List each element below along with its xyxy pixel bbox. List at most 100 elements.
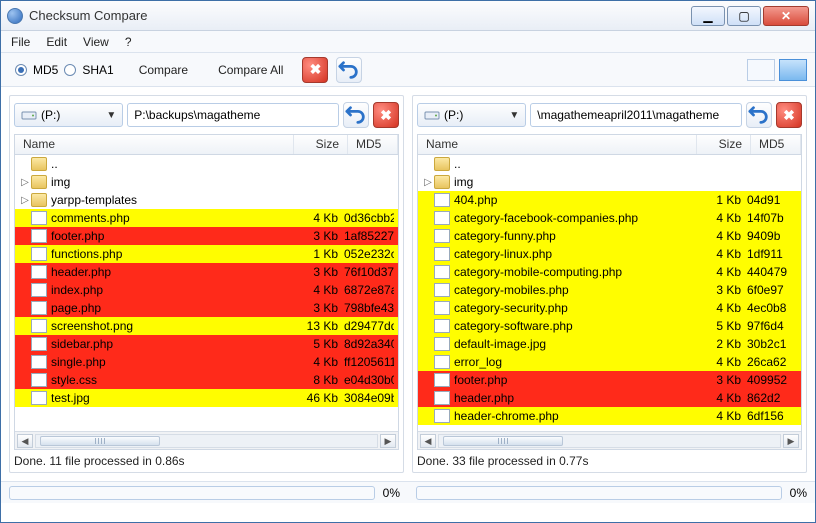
undo-button[interactable] xyxy=(336,57,362,83)
file-name: category-linux.php xyxy=(454,247,697,261)
window-title: Checksum Compare xyxy=(29,8,691,23)
table-row[interactable]: category-funny.php4 Kb9409b xyxy=(418,227,801,245)
table-row[interactable]: ▷yarpp-templates xyxy=(15,191,398,209)
file-icon xyxy=(31,301,47,315)
right-file-list[interactable]: ..▷img404.php1 Kb04d91category-facebook-… xyxy=(418,155,801,431)
table-row[interactable]: single.php4 Kbff1205611 xyxy=(15,353,398,371)
tree-twisty[interactable]: ▷ xyxy=(19,195,31,206)
cancel-button[interactable]: ✖ xyxy=(302,57,328,83)
col-md5[interactable]: MD5 xyxy=(348,135,398,154)
table-row[interactable]: ▷img xyxy=(15,173,398,191)
left-panel: (P:) ▼ ✖ Name Size MD5 ..▷img▷yarpp-temp… xyxy=(9,95,404,473)
maximize-button[interactable]: ▢ xyxy=(727,6,761,26)
table-row[interactable]: category-software.php5 Kb97f6d4 xyxy=(418,317,801,335)
table-row[interactable]: screenshot.png13 Kbd29477dd xyxy=(15,317,398,335)
menu-file[interactable]: File xyxy=(11,35,30,49)
file-icon xyxy=(31,211,47,225)
radio-sha1[interactable] xyxy=(64,64,76,76)
col-size[interactable]: Size xyxy=(697,135,751,154)
col-name[interactable]: Name xyxy=(418,135,697,154)
table-row[interactable]: default-image.jpg2 Kb30b2c1 xyxy=(418,335,801,353)
table-row[interactable]: test.jpg46 Kb3084e09bc xyxy=(15,389,398,407)
file-icon xyxy=(434,373,450,387)
file-size: 5 Kb xyxy=(697,319,747,333)
file-md5: 26ca62 xyxy=(747,355,797,369)
table-row[interactable]: ▷img xyxy=(418,173,801,191)
file-size: 1 Kb xyxy=(294,247,344,261)
table-row[interactable]: header.php3 Kb76f10d371 xyxy=(15,263,398,281)
menu-view[interactable]: View xyxy=(83,35,109,49)
scroll-thumb[interactable] xyxy=(443,436,563,446)
file-md5: 14f07b xyxy=(747,211,797,225)
right-file-table: Name Size MD5 ..▷img404.php1 Kb04d91cate… xyxy=(417,134,802,450)
scroll-thumb[interactable] xyxy=(40,436,160,446)
cancel-icon: ✖ xyxy=(380,107,392,124)
view-single-button[interactable] xyxy=(747,59,775,81)
scroll-left-icon[interactable]: ◀ xyxy=(17,434,33,448)
right-back-button[interactable] xyxy=(746,102,772,128)
undo-icon xyxy=(748,106,770,124)
left-clear-button[interactable]: ✖ xyxy=(373,102,399,128)
menu-edit[interactable]: Edit xyxy=(46,35,67,49)
file-icon xyxy=(31,283,47,297)
table-row[interactable]: category-facebook-companies.php4 Kb14f07… xyxy=(418,209,801,227)
file-name: header-chrome.php xyxy=(454,409,697,423)
file-icon xyxy=(31,373,47,387)
table-row[interactable]: sidebar.php5 Kb8d92a340 xyxy=(15,335,398,353)
table-row[interactable]: error_log4 Kb26ca62 xyxy=(418,353,801,371)
left-back-button[interactable] xyxy=(343,102,369,128)
file-icon xyxy=(434,409,450,423)
file-name: header.php xyxy=(454,391,697,405)
scroll-left-icon[interactable]: ◀ xyxy=(420,434,436,448)
table-row[interactable]: category-linux.php4 Kb1df911 xyxy=(418,245,801,263)
table-row[interactable]: style.css8 Kbe04d30b0 xyxy=(15,371,398,389)
table-row[interactable]: category-security.php4 Kb4ec0b8 xyxy=(418,299,801,317)
col-name[interactable]: Name xyxy=(15,135,294,154)
scroll-right-icon[interactable]: ▶ xyxy=(380,434,396,448)
table-row[interactable]: header.php4 Kb862d2 xyxy=(418,389,801,407)
right-path-input[interactable] xyxy=(530,103,742,127)
tree-twisty[interactable]: ▷ xyxy=(19,177,31,188)
left-drive-select[interactable]: (P:) ▼ xyxy=(14,103,123,127)
table-row[interactable]: .. xyxy=(15,155,398,173)
file-md5: ff1205611 xyxy=(344,355,394,369)
compare-all-button[interactable]: Compare All xyxy=(207,58,294,82)
minimize-button[interactable]: ▁ xyxy=(691,6,725,26)
scroll-track[interactable] xyxy=(438,434,781,448)
close-button[interactable]: ✕ xyxy=(763,6,809,26)
menu-help[interactable]: ? xyxy=(125,35,132,49)
right-h-scrollbar[interactable]: ◀ ▶ xyxy=(418,431,801,449)
table-row[interactable]: .. xyxy=(418,155,801,173)
scroll-right-icon[interactable]: ▶ xyxy=(783,434,799,448)
view-split-button[interactable] xyxy=(779,59,807,81)
hash-mode-group: MD5 SHA1 xyxy=(9,61,120,79)
table-row[interactable]: header-chrome.php4 Kb6df156 xyxy=(418,407,801,425)
table-row[interactable]: comments.php4 Kb0d36cbb2 xyxy=(15,209,398,227)
table-row[interactable]: functions.php1 Kb052e232c9 xyxy=(15,245,398,263)
table-row[interactable]: index.php4 Kb6872e87ab xyxy=(15,281,398,299)
table-row[interactable]: 404.php1 Kb04d91 xyxy=(418,191,801,209)
table-row[interactable]: page.php3 Kb798bfe437 xyxy=(15,299,398,317)
compare-button[interactable]: Compare xyxy=(128,58,199,82)
left-progress xyxy=(9,486,375,500)
scroll-track[interactable] xyxy=(35,434,378,448)
cancel-icon: ✖ xyxy=(310,61,322,78)
col-size[interactable]: Size xyxy=(294,135,348,154)
right-clear-button[interactable]: ✖ xyxy=(776,102,802,128)
file-md5: 3084e09bc xyxy=(344,391,394,405)
file-name: comments.php xyxy=(51,211,294,225)
left-progress-pct: 0% xyxy=(383,486,400,500)
left-file-list[interactable]: ..▷img▷yarpp-templatescomments.php4 Kb0d… xyxy=(15,155,398,431)
table-row[interactable]: category-mobile-computing.php4 Kb440479 xyxy=(418,263,801,281)
left-path-input[interactable] xyxy=(127,103,339,127)
table-row[interactable]: category-mobiles.php3 Kb6f0e97 xyxy=(418,281,801,299)
radio-md5[interactable] xyxy=(15,64,27,76)
table-header: Name Size MD5 xyxy=(418,135,801,155)
file-md5: 76f10d371 xyxy=(344,265,394,279)
tree-twisty[interactable]: ▷ xyxy=(422,177,434,188)
right-drive-select[interactable]: (P:) ▼ xyxy=(417,103,526,127)
table-row[interactable]: footer.php3 Kb409952 xyxy=(418,371,801,389)
col-md5[interactable]: MD5 xyxy=(751,135,801,154)
left-h-scrollbar[interactable]: ◀ ▶ xyxy=(15,431,398,449)
table-row[interactable]: footer.php3 Kb1af852270 xyxy=(15,227,398,245)
